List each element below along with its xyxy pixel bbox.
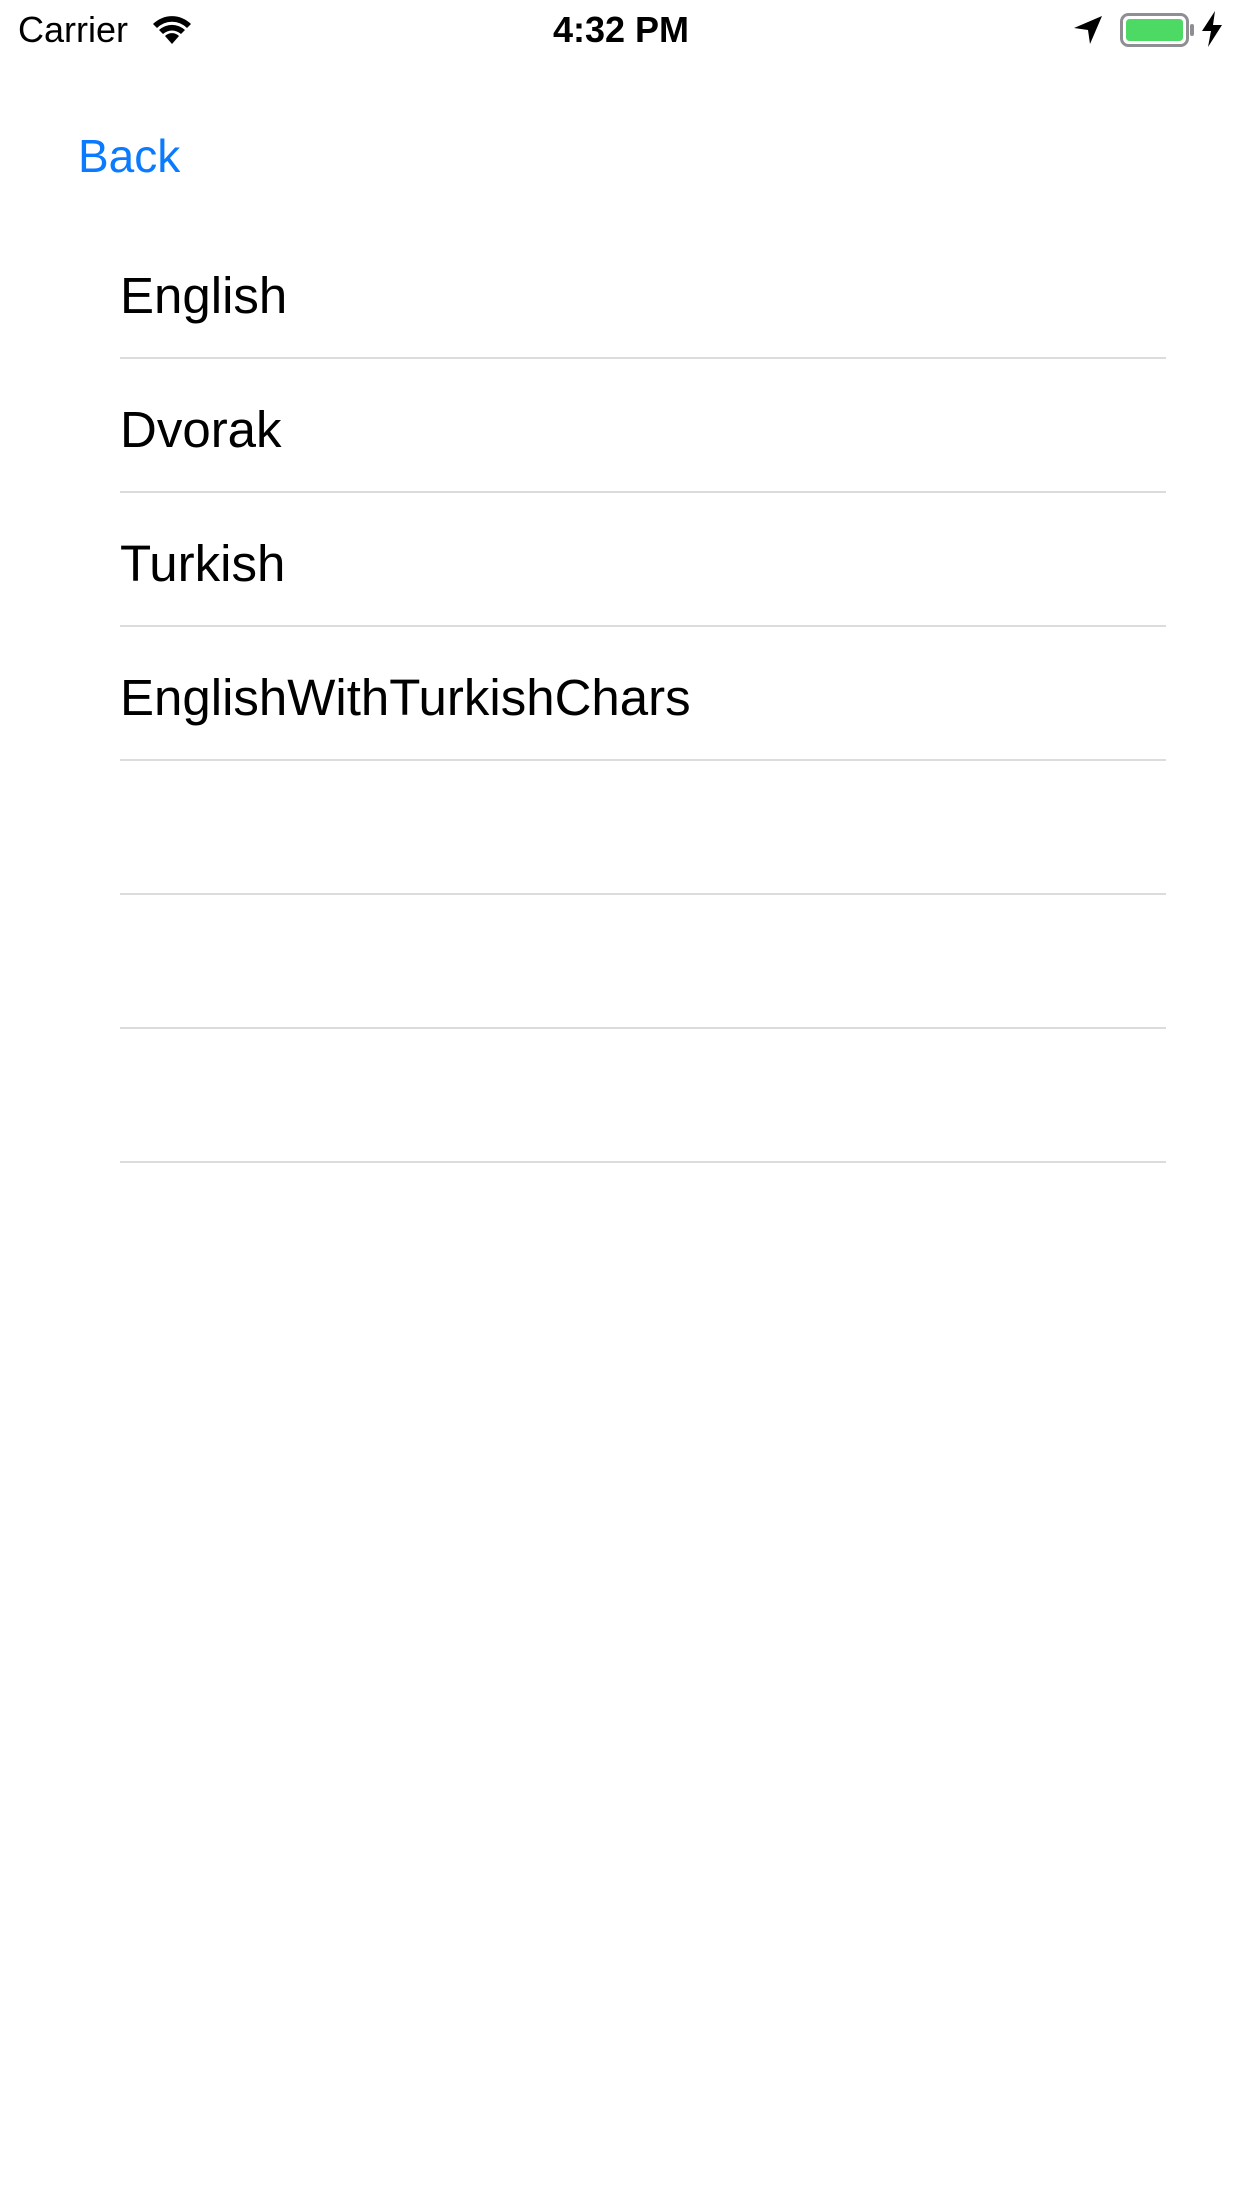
- list-item-label: English: [120, 267, 288, 324]
- list-item[interactable]: Turkish: [120, 493, 1166, 627]
- list-item-label: Turkish: [120, 535, 286, 592]
- empty-list-row: [120, 895, 1166, 1029]
- back-button[interactable]: Back: [78, 128, 180, 184]
- empty-list-row: [120, 1029, 1166, 1163]
- status-bar: Carrier 4:32 PM: [0, 0, 1242, 60]
- location-icon: [1072, 14, 1104, 46]
- empty-list-row: [120, 761, 1166, 895]
- charging-icon: [1200, 10, 1224, 48]
- battery-icon: [1120, 12, 1196, 48]
- list-item[interactable]: EnglishWithTurkishChars: [120, 627, 1166, 761]
- list-item[interactable]: English: [120, 225, 1166, 359]
- list-item[interactable]: Dvorak: [120, 359, 1166, 493]
- status-time: 4:32 PM: [552, 9, 690, 50]
- list-item-label: Dvorak: [120, 401, 282, 458]
- list-item-label: EnglishWithTurkishChars: [120, 669, 691, 726]
- keyboard-layout-list: English Dvorak Turkish EnglishWithTurkis…: [120, 225, 1166, 1163]
